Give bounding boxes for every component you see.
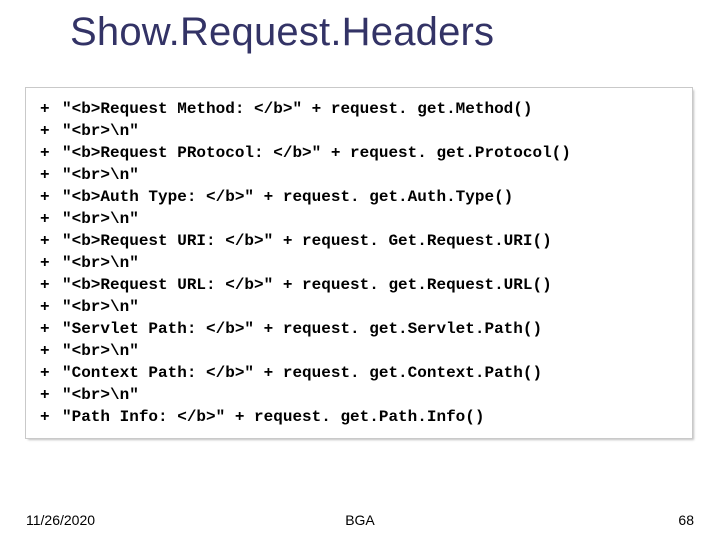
code-text: "<br>\n"	[62, 296, 678, 318]
bullet-plus: +	[40, 362, 62, 384]
code-text: "Path Info: </b>" + request. get.Path.In…	[62, 406, 678, 428]
bullet-plus: +	[40, 318, 62, 340]
footer: 11/26/2020 BGA 68	[0, 508, 720, 528]
code-line: +"<b>Request URI: </b>" + request. Get.R…	[40, 230, 678, 252]
code-text: "Context Path: </b>" + request. get.Cont…	[62, 362, 678, 384]
code-text: "<b>Request Method: </b>" + request. get…	[62, 98, 678, 120]
bullet-plus: +	[40, 142, 62, 164]
bullet-plus: +	[40, 252, 62, 274]
code-text: "<b>Request URL: </b>" + request. get.Re…	[62, 274, 678, 296]
code-line: +"<b>Auth Type: </b>" + request. get.Aut…	[40, 186, 678, 208]
bullet-plus: +	[40, 164, 62, 186]
code-line: +"<b>Request URL: </b>" + request. get.R…	[40, 274, 678, 296]
bullet-plus: +	[40, 384, 62, 406]
code-line: +"<br>\n"	[40, 296, 678, 318]
code-line: +"<br>\n"	[40, 120, 678, 142]
footer-center: BGA	[0, 512, 720, 528]
code-line: +"Servlet Path: </b>" + request. get.Ser…	[40, 318, 678, 340]
code-line: +"<br>\n"	[40, 252, 678, 274]
code-line: +"<b>Request PRotocol: </b>" + request. …	[40, 142, 678, 164]
code-box: +"<b>Request Method: </b>" + request. ge…	[26, 88, 692, 438]
bullet-plus: +	[40, 230, 62, 252]
bullet-plus: +	[40, 98, 62, 120]
code-text: "<b>Request PRotocol: </b>" + request. g…	[62, 142, 678, 164]
code-line: +"<b>Request Method: </b>" + request. ge…	[40, 98, 678, 120]
bullet-plus: +	[40, 120, 62, 142]
code-line: +"<br>\n"	[40, 164, 678, 186]
slide: Show.Request.Headers +"<b>Request Method…	[0, 0, 720, 540]
bullet-plus: +	[40, 208, 62, 230]
footer-page: 68	[678, 512, 694, 528]
code-text: "<br>\n"	[62, 384, 678, 406]
code-text: "<br>\n"	[62, 208, 678, 230]
code-line: +"Context Path: </b>" + request. get.Con…	[40, 362, 678, 384]
bullet-plus: +	[40, 340, 62, 362]
code-line: +"<br>\n"	[40, 384, 678, 406]
code-line: +"<br>\n"	[40, 208, 678, 230]
code-text: "Servlet Path: </b>" + request. get.Serv…	[62, 318, 678, 340]
code-text: "<br>\n"	[62, 164, 678, 186]
bullet-plus: +	[40, 296, 62, 318]
code-line: +"Path Info: </b>" + request. get.Path.I…	[40, 406, 678, 428]
code-text: "<b>Request URI: </b>" + request. Get.Re…	[62, 230, 678, 252]
code-text: "<br>\n"	[62, 120, 678, 142]
bullet-plus: +	[40, 406, 62, 428]
bullet-plus: +	[40, 186, 62, 208]
code-text: "<b>Auth Type: </b>" + request. get.Auth…	[62, 186, 678, 208]
code-text: "<br>\n"	[62, 252, 678, 274]
bullet-plus: +	[40, 274, 62, 296]
code-line: +"<br>\n"	[40, 340, 678, 362]
code-text: "<br>\n"	[62, 340, 678, 362]
slide-title: Show.Request.Headers	[70, 10, 494, 55]
